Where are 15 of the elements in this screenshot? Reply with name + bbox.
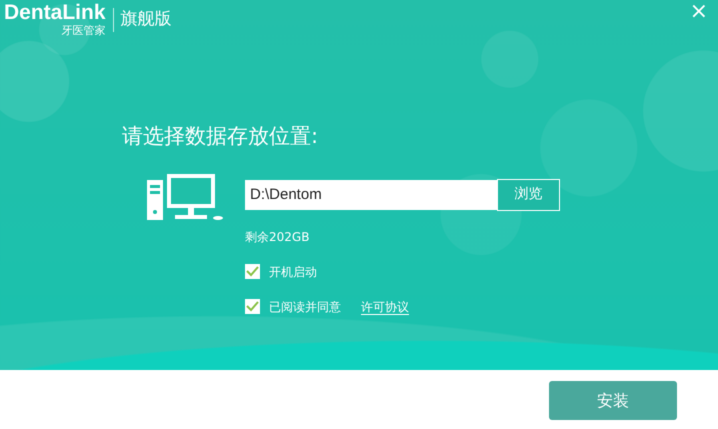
free-space-text: 剩余202GB [245, 228, 310, 246]
license-link[interactable]: 许可协议 [361, 298, 409, 316]
checkbox-label: 已阅读并同意 [269, 298, 341, 316]
checkbox-label: 开机启动 [269, 264, 317, 280]
computer-icon [145, 174, 223, 222]
logo: DentaLink [4, 2, 106, 24]
edition-label: 旗舰版 [120, 8, 172, 31]
browse-button[interactable]: 浏览 [497, 178, 560, 210]
checkbox[interactable] [245, 299, 260, 314]
close-button[interactable]: × [690, 0, 708, 24]
path-input-field[interactable]: D:\Dentom [245, 180, 497, 210]
install-button[interactable]: 安装 [549, 381, 677, 420]
heading: 请选择数据存放位置: [122, 123, 320, 150]
checkbox[interactable] [245, 264, 260, 279]
logo-subtitle: 牙医管家 [60, 24, 106, 37]
